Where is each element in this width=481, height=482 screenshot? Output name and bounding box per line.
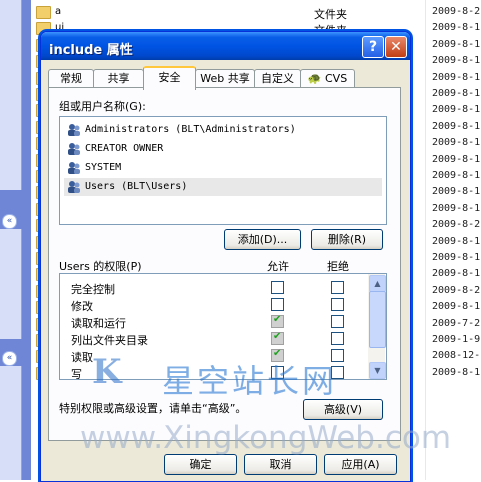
- allow-checkbox[interactable]: [271, 281, 284, 294]
- task-panel-1: [0, 0, 22, 190]
- permission-name: 读取和运行: [71, 317, 126, 330]
- folder-icon: [36, 6, 51, 19]
- advanced-button[interactable]: 高级(V): [303, 399, 383, 420]
- file-date: 2009-7-2: [432, 317, 481, 329]
- user-list-item[interactable]: Administrators (BLT\Administrators): [64, 121, 382, 139]
- advanced-note: 特别权限或高级设置，请单击“高级”。: [59, 402, 247, 415]
- close-button[interactable]: ✕: [385, 36, 407, 58]
- permission-name: 列出文件夹目录: [71, 334, 148, 347]
- allow-checkbox[interactable]: [271, 298, 284, 311]
- watermark-site-name: 星空站长网: [162, 362, 338, 400]
- user-group-icon: [68, 162, 80, 174]
- watermark-logo: K: [92, 352, 122, 392]
- scroll-down-icon[interactable]: ▼: [369, 362, 386, 379]
- user-name: CREATOR OWNER: [85, 143, 164, 154]
- permission-row: 读取和运行: [60, 313, 368, 330]
- user-group-icon: [68, 124, 80, 136]
- cancel-button[interactable]: 取消: [244, 454, 317, 475]
- file-date: 2009-8-1: [432, 22, 481, 34]
- ok-button[interactable]: 确定: [164, 454, 237, 475]
- file-date: 2009-8-1: [432, 88, 481, 99]
- file-date: 2009-8-1: [432, 366, 481, 378]
- allow-checkbox[interactable]: [271, 331, 284, 345]
- file-date: 2009-8-1: [432, 170, 481, 181]
- deny-checkbox[interactable]: [331, 281, 344, 294]
- file-date: 2009-8-1: [432, 153, 481, 165]
- file-date: 2009-8-2: [432, 284, 481, 296]
- permission-row: 修改: [60, 296, 368, 313]
- scroll-thumb[interactable]: [369, 291, 386, 348]
- user-list-item[interactable]: Users (BLT\Users): [64, 178, 382, 196]
- tab-cvs-label: CVS: [325, 72, 348, 85]
- scroll-up-icon[interactable]: ▲: [369, 275, 386, 292]
- properties-dialog: include 属性 ? ✕ 常规 共享 安全 Web 共享 自定义 🐢 CVS…: [40, 31, 411, 482]
- file-date: 2009-8-1: [432, 268, 481, 280]
- deny-column-header: 拒绝: [327, 260, 349, 273]
- cvs-turtle-icon: 🐢: [307, 72, 322, 85]
- permission-row: 完全控制: [60, 279, 368, 296]
- file-date: 2009-8-1: [432, 38, 481, 50]
- permission-row: 列出文件夹目录: [60, 330, 368, 347]
- user-list-item[interactable]: SYSTEM: [64, 159, 382, 177]
- tab-security[interactable]: 安全: [143, 66, 196, 90]
- allow-column-header: 允许: [267, 260, 289, 273]
- add-button[interactable]: 添加(D)...: [224, 229, 301, 250]
- tab-cvs[interactable]: 🐢 CVS: [300, 69, 355, 88]
- deny-checkbox[interactable]: [331, 298, 344, 311]
- user-group-icon: [68, 143, 80, 155]
- task-pane: « «: [0, 0, 31, 480]
- expand-chevron-icon[interactable]: «: [2, 214, 17, 229]
- file-date: 2009-8-1: [432, 71, 481, 83]
- file-date: 2009-8-1: [432, 235, 481, 247]
- allow-checkbox[interactable]: [271, 314, 284, 328]
- dialog-title: include 属性: [49, 43, 133, 58]
- file-date: 2008-12-: [432, 350, 481, 362]
- file-date: 2009-8-1: [432, 55, 481, 67]
- permission-name: 写: [71, 368, 82, 380]
- file-date: 2009-8-2: [432, 219, 481, 231]
- file-date: 2009-8-1: [432, 252, 481, 263]
- user-name: SYSTEM: [85, 162, 122, 173]
- file-date: 2009-8-1: [432, 104, 481, 116]
- user-group-icon: [68, 181, 80, 193]
- file-name: a: [55, 6, 62, 17]
- permissions-scrollbar[interactable]: ▲ ▼: [368, 274, 386, 379]
- deny-checkbox[interactable]: [331, 315, 344, 328]
- file-date: 2009-8-1: [432, 301, 481, 313]
- file-date: 2009-8-1: [432, 186, 481, 198]
- file-date: 2009-8-1: [432, 120, 481, 132]
- file-date: 2009-8-2: [432, 6, 481, 17]
- task-panel-2: [0, 229, 22, 339]
- permission-name: 修改: [71, 300, 93, 313]
- remove-button[interactable]: 删除(R): [311, 229, 383, 250]
- file-row[interactable]: a 文件夹 2009-8-2: [31, 4, 481, 21]
- user-name: Users (BLT\Users): [85, 181, 188, 192]
- apply-button[interactable]: 应用(A): [324, 454, 397, 475]
- file-date: 2009-1-9: [432, 334, 481, 345]
- permission-name: 读取: [71, 351, 93, 364]
- watermark-url: www.XingkongWeb.com: [80, 420, 452, 456]
- task-panel-3: [0, 366, 22, 480]
- tab-custom[interactable]: 自定义: [254, 69, 301, 88]
- tab-general[interactable]: 常规: [48, 69, 94, 88]
- tab-web-sharing[interactable]: Web 共享: [195, 69, 255, 88]
- title-bar[interactable]: include 属性 ? ✕: [41, 32, 410, 60]
- user-name: Administrators (BLT\Administrators): [85, 124, 296, 135]
- permission-name: 完全控制: [71, 283, 115, 296]
- file-date: 2009-8-1: [432, 202, 481, 214]
- group-users-label: 组或用户名称(G):: [59, 100, 146, 113]
- user-list-item[interactable]: CREATOR OWNER: [64, 140, 382, 158]
- expand-chevron-icon[interactable]: «: [2, 351, 17, 366]
- help-button[interactable]: ?: [362, 36, 384, 58]
- users-listbox[interactable]: Administrators (BLT\Administrators) CREAT…: [59, 116, 387, 225]
- permissions-label: Users 的权限(P): [59, 260, 142, 273]
- tab-sharing[interactable]: 共享: [93, 69, 144, 88]
- file-date: 2009-8-1: [432, 137, 481, 149]
- deny-checkbox[interactable]: [331, 332, 344, 345]
